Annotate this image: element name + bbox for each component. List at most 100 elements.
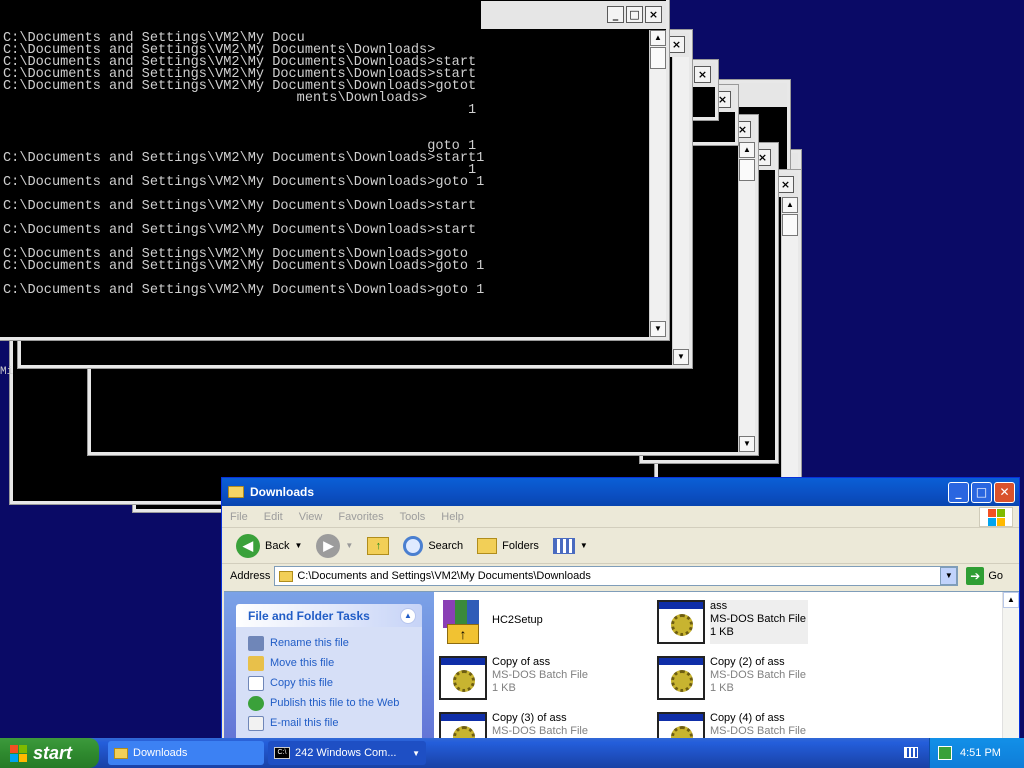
address-input[interactable]: C:\Documents and Settings\VM2\My Documen… xyxy=(274,566,959,586)
task-publish[interactable]: Publish this file to the Web xyxy=(248,693,422,713)
back-label: Back xyxy=(265,539,290,552)
start-button[interactable]: start xyxy=(0,738,99,768)
search-button[interactable]: Search xyxy=(399,534,467,558)
minimize-button[interactable]: _ xyxy=(948,481,969,503)
file-item-hc2setup[interactable]: ↑ HC2Setup xyxy=(439,598,543,646)
copy-icon xyxy=(248,675,264,691)
folders-icon xyxy=(477,537,498,554)
batch-file-icon xyxy=(657,600,705,644)
file-item-ass[interactable]: ass MS-DOS Batch File 1 KB xyxy=(657,600,808,644)
chevron-down-icon[interactable]: ▼ xyxy=(580,541,588,550)
system-tray: 4:51 PM xyxy=(929,738,1024,768)
winrar-archive-icon: ↑ xyxy=(439,598,487,646)
scroll-up-icon[interactable]: ▲ xyxy=(782,197,798,213)
address-dropdown-icon[interactable]: ▼ xyxy=(940,567,958,585)
chevron-down-icon[interactable]: ▼ xyxy=(345,541,353,550)
collapse-chevron-icon[interactable]: ▲ xyxy=(400,607,416,624)
task-rename[interactable]: Rename this file xyxy=(248,633,422,653)
explorer-window[interactable]: Downloads _ □ ✕ File Edit View Favorites… xyxy=(221,477,1020,741)
menu-view[interactable]: View xyxy=(299,511,323,523)
close-icon[interactable]: × xyxy=(694,66,711,83)
taskbar-button-downloads[interactable]: Downloads xyxy=(108,741,264,765)
clock[interactable]: 4:51 PM xyxy=(960,747,1001,759)
windows-flag-icon xyxy=(10,744,27,762)
go-button[interactable]: ➔ Go xyxy=(966,567,1003,585)
taskbar-button-label: Downloads xyxy=(133,747,188,759)
task-label: Move this file xyxy=(270,657,335,669)
folder-icon xyxy=(114,747,128,759)
explorer-title-bar[interactable]: Downloads _ □ ✕ xyxy=(222,478,1019,506)
up-folder-button[interactable]: ↑ xyxy=(363,535,393,557)
file-folder-tasks-header[interactable]: File and Folder Tasks ▲ xyxy=(236,604,422,627)
file-list-scrollbar[interactable]: ▲ xyxy=(1002,592,1019,740)
task-pane-title: File and Folder Tasks xyxy=(248,608,370,623)
search-icon xyxy=(403,535,424,556)
folder-icon xyxy=(228,486,244,498)
menu-bar: File Edit View Favorites Tools Help xyxy=(222,506,1019,528)
scroll-down-icon[interactable]: ▼ xyxy=(739,436,755,452)
menu-file[interactable]: File xyxy=(230,511,248,523)
minimize-icon[interactable]: _ xyxy=(607,6,624,23)
close-button[interactable]: ✕ xyxy=(994,481,1015,503)
move-icon xyxy=(248,655,264,671)
back-button[interactable]: ◀ Back ▼ xyxy=(232,532,306,560)
close-icon[interactable]: × xyxy=(668,36,685,53)
scroll-down-icon[interactable]: ▼ xyxy=(650,321,666,337)
address-label: Address xyxy=(230,570,271,582)
console-scrollbar[interactable]: ▼ xyxy=(672,57,689,365)
menu-edit[interactable]: Edit xyxy=(264,511,283,523)
task-label: E-mail this file xyxy=(270,717,339,729)
menu-help[interactable]: Help xyxy=(441,511,464,523)
console-title-bar[interactable]: _ □ × xyxy=(481,1,666,29)
menu-tools[interactable]: Tools xyxy=(400,511,426,523)
console-window-front[interactable]: _ □ × ▲ ▼ C:\Documents and Settings\VM2\… xyxy=(0,0,669,340)
file-item-copy-2-of-ass[interactable]: Copy (2) of ass MS-DOS Batch File 1 KB xyxy=(657,656,806,700)
standard-toolbar: ◀ Back ▼ ▶ ▼ ↑ Search Folders ▼ xyxy=(222,528,1019,564)
keyboard-icon[interactable] xyxy=(904,747,918,758)
scroll-up-icon[interactable]: ▲ xyxy=(1003,592,1019,608)
scroll-thumb[interactable] xyxy=(739,159,755,181)
chevron-down-icon[interactable]: ▼ xyxy=(294,541,302,550)
console-line: C:\Documents and Settings\VM2\My Documen… xyxy=(3,283,485,298)
taskbar-button-label: 242 Windows Com... xyxy=(295,747,397,759)
close-icon[interactable]: × xyxy=(777,176,794,193)
menu-favorites[interactable]: Favorites xyxy=(338,511,383,523)
close-icon[interactable]: × xyxy=(645,6,662,23)
file-size: 1 KB xyxy=(710,682,734,694)
task-label: Publish this file to the Web xyxy=(270,697,400,709)
maximize-icon[interactable]: □ xyxy=(626,6,643,23)
forward-button[interactable]: ▶ ▼ xyxy=(312,532,357,560)
taskbar-button-command-group[interactable]: C:\ 242 Windows Com... ▼ xyxy=(268,741,426,765)
file-item-copy-3-of-ass[interactable]: Copy (3) of ass MS-DOS Batch File xyxy=(439,712,588,740)
network-icon[interactable] xyxy=(938,746,952,760)
console-scrollbar[interactable]: ▲ xyxy=(781,197,798,477)
batch-file-icon xyxy=(657,656,705,700)
scroll-thumb[interactable] xyxy=(782,214,798,236)
go-arrow-icon: ➔ xyxy=(966,567,985,585)
file-name: ass xyxy=(710,600,728,612)
file-size: 1 KB xyxy=(710,626,734,638)
address-value: C:\Documents and Settings\VM2\My Documen… xyxy=(297,570,591,582)
file-item-copy-of-ass[interactable]: Copy of ass MS-DOS Batch File 1 KB xyxy=(439,656,588,700)
folders-label: Folders xyxy=(502,539,539,552)
scroll-up-icon[interactable]: ▲ xyxy=(739,142,755,158)
file-name: Copy (2) of ass xyxy=(710,656,785,668)
console-line: C:\Documents and Settings\VM2\My Documen… xyxy=(3,199,477,214)
file-type: MS-DOS Batch File xyxy=(710,725,806,737)
task-copy[interactable]: Copy this file xyxy=(248,673,422,693)
task-email[interactable]: E-mail this file xyxy=(248,713,422,733)
scroll-down-icon[interactable]: ▼ xyxy=(673,349,689,365)
globe-icon xyxy=(248,695,264,711)
command-prompt-icon: C:\ xyxy=(274,747,290,759)
file-type: MS-DOS Batch File xyxy=(492,669,588,681)
console-scrollbar[interactable]: ▲ ▼ xyxy=(738,142,755,452)
file-size: 1 KB xyxy=(492,682,516,694)
task-move[interactable]: Move this file xyxy=(248,653,422,673)
maximize-button[interactable]: □ xyxy=(971,481,992,503)
file-item-copy-4-of-ass[interactable]: Copy (4) of ass MS-DOS Batch File xyxy=(657,712,806,740)
console-line: C:\Documents and Settings\VM2\My Documen… xyxy=(3,223,477,238)
forward-arrow-icon: ▶ xyxy=(316,533,341,558)
start-label: start xyxy=(33,742,73,763)
folders-button[interactable]: Folders xyxy=(473,536,543,556)
views-button[interactable]: ▼ xyxy=(549,536,592,556)
